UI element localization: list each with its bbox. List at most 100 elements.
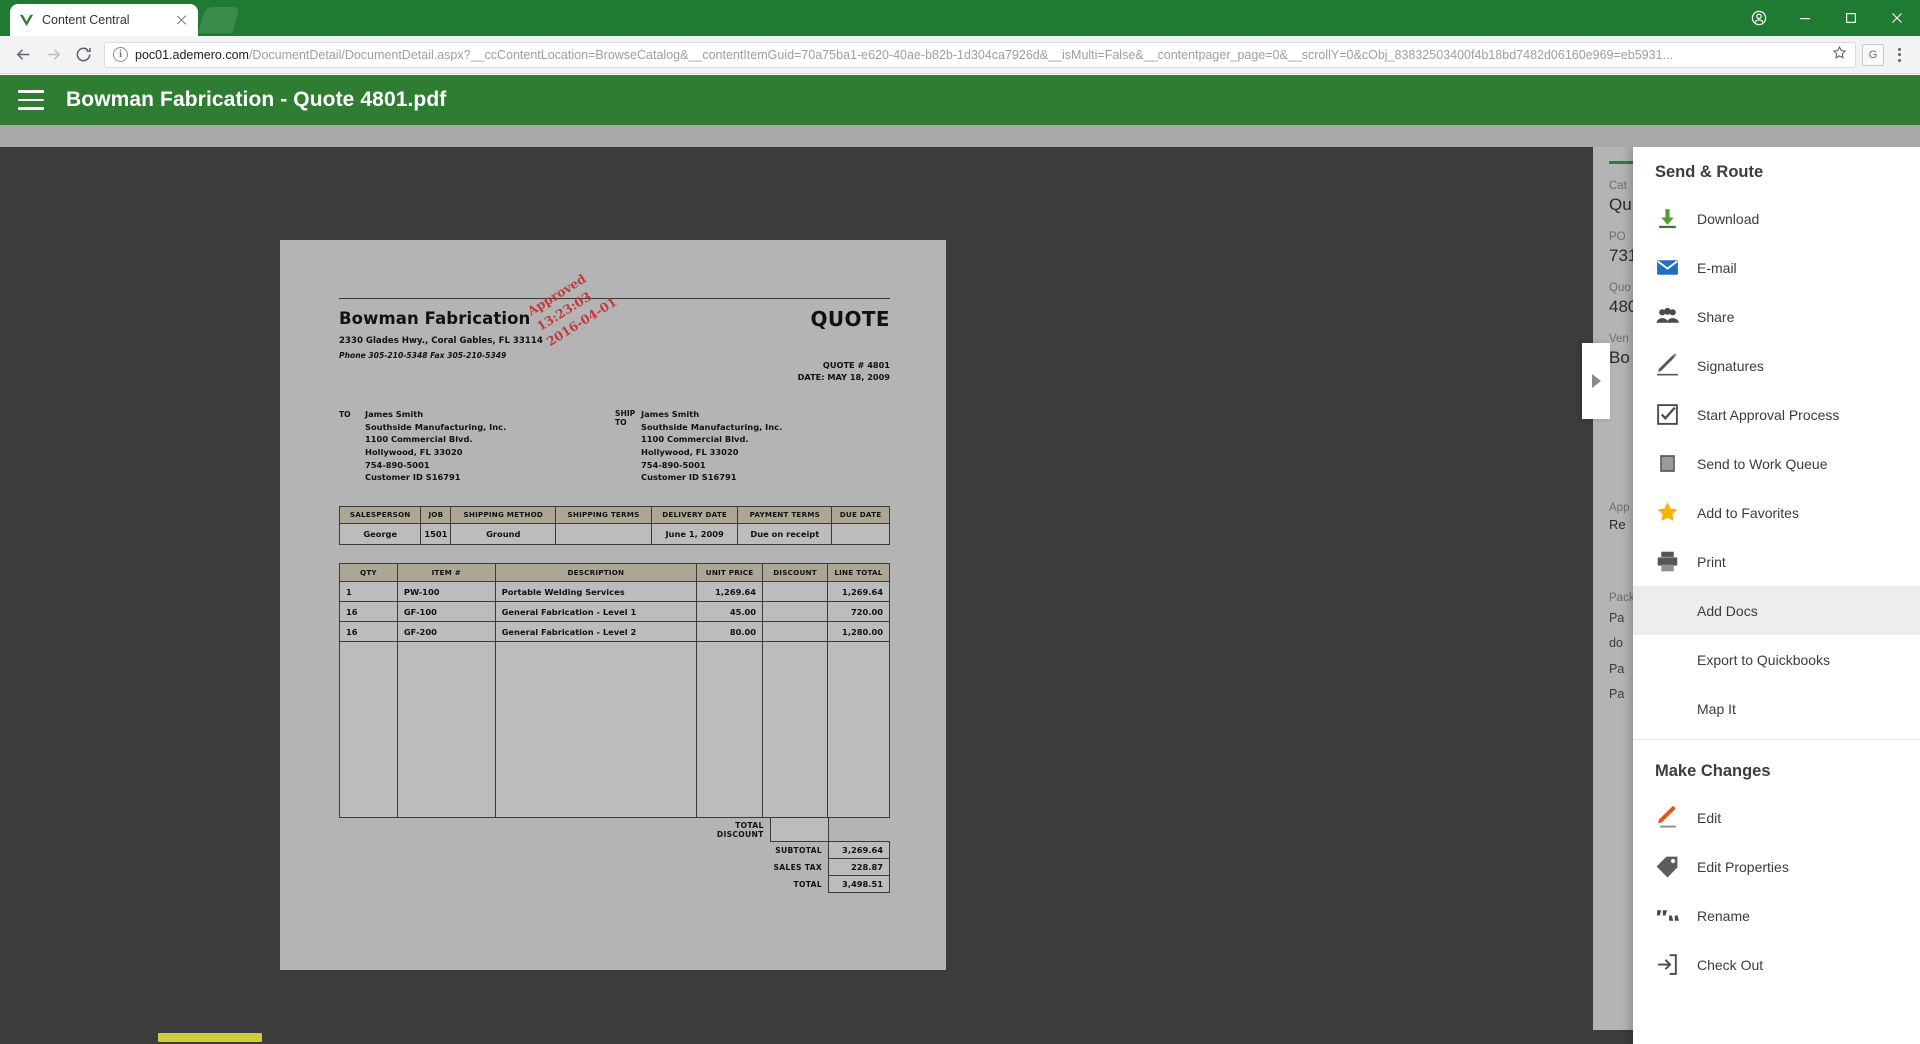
totals-label: SUBTOTAL: [711, 842, 829, 859]
bill-to-line: Southside Manufacturing, Inc.: [365, 421, 615, 434]
cell-discount: [763, 602, 828, 622]
menu-item-start-approval-process[interactable]: Start Approval Process: [1633, 390, 1920, 439]
reload-icon[interactable]: [68, 40, 98, 70]
url-host: poc01.ademero.com: [135, 48, 249, 62]
column-header: SHIPPING TERMS: [556, 507, 652, 524]
menu-item-share[interactable]: Share: [1633, 292, 1920, 341]
totals-row: TOTAL DISCOUNT: [339, 818, 890, 842]
ship-to-address: James Smith Southside Manufacturing, Inc…: [641, 408, 782, 484]
table-cell: [832, 524, 890, 545]
cell-unit-price: 1,269.64: [697, 582, 763, 602]
bookmark-star-icon[interactable]: [1826, 45, 1847, 64]
menu-item-label: Rename: [1697, 908, 1750, 924]
menu-item-email[interactable]: E-mail: [1633, 243, 1920, 292]
table-filler-row: [340, 642, 890, 818]
cell-discount: [763, 622, 828, 642]
menu-item-rename[interactable]: Rename: [1633, 891, 1920, 940]
totals-row: SALES TAX 228.87: [339, 859, 890, 876]
close-icon[interactable]: [174, 12, 190, 28]
section-title-make-changes: Make Changes: [1633, 746, 1920, 793]
subtotal-value: 3,269.64: [829, 842, 890, 859]
new-tab-button[interactable]: [198, 7, 239, 33]
page-info-icon[interactable]: i: [113, 47, 128, 62]
section-title-send-route: Send & Route: [1633, 147, 1920, 194]
approval-check-icon: [1655, 402, 1680, 427]
table-cell: [556, 524, 652, 545]
cell-line-total: 720.00: [828, 602, 890, 622]
table-cell: Due on receipt: [738, 524, 832, 545]
document-header: Bowman Fabrication 2330 Glades Hwy., Cor…: [339, 298, 890, 388]
menu-item-download[interactable]: Download: [1633, 194, 1920, 243]
quote-date: DATE: MAY 18, 2009: [798, 371, 890, 383]
content-central-logo-icon: [18, 12, 34, 28]
sales-tax-value: 228.87: [829, 859, 890, 876]
ship-to-label-line1: SHIP: [615, 409, 641, 418]
totals-spacer: [339, 876, 711, 893]
profile-icon[interactable]: [1736, 0, 1782, 36]
cell-item: GF-100: [397, 602, 495, 622]
menu-item-label: Download: [1697, 211, 1759, 227]
document-heading: QUOTE: [810, 307, 890, 331]
cell-qty: 16: [340, 622, 398, 642]
cell-discount: [763, 582, 828, 602]
totals-table: TOTAL DISCOUNT SUBTOTAL 3,269.64 SALES T…: [339, 817, 890, 893]
menu-item-send-to-work-queue[interactable]: Send to Work Queue: [1633, 439, 1920, 488]
address-bar-url: poc01.ademero.com/DocumentDetail/Documen…: [135, 48, 1673, 62]
download-icon: [1655, 206, 1680, 231]
line-items-table: QTY ITEM # DESCRIPTION UNIT PRICE DISCOU…: [339, 563, 890, 818]
table-row: 16 GF-100 General Fabrication - Level 1 …: [340, 602, 890, 622]
horizontal-scrollbar-thumb[interactable]: [158, 1033, 262, 1042]
action-menu-panel: Send & Route Download E-mail: [1633, 147, 1920, 1044]
pdf-page: Bowman Fabrication 2330 Glades Hwy., Cor…: [280, 240, 946, 970]
email-icon: [1655, 255, 1680, 280]
column-header: JOB: [421, 507, 451, 524]
menu-item-edit[interactable]: Edit: [1633, 793, 1920, 842]
menu-item-add-docs[interactable]: Add Docs: [1633, 586, 1920, 635]
totals-blank: [829, 818, 890, 842]
total-discount-value: [770, 818, 828, 842]
bill-to-line: Hollywood, FL 33020: [365, 446, 615, 459]
menu-item-export-to-quickbooks[interactable]: Export to Quickbooks: [1633, 635, 1920, 684]
extension-icon[interactable]: G: [1862, 44, 1884, 66]
filler-cell: [828, 642, 890, 818]
menu-item-edit-properties[interactable]: Edit Properties: [1633, 842, 1920, 891]
cell-item: PW-100: [397, 582, 495, 602]
address-bar[interactable]: i poc01.ademero.com/DocumentDetail/Docum…: [104, 42, 1856, 68]
menu-item-check-out[interactable]: Check Out: [1633, 940, 1920, 989]
star-icon: [1655, 500, 1680, 525]
menu-item-add-to-favorites[interactable]: Add to Favorites: [1633, 488, 1920, 537]
three-dot-menu-icon[interactable]: [1886, 42, 1912, 68]
menu-item-label: E-mail: [1697, 260, 1737, 276]
menu-item-label: Print: [1697, 554, 1726, 570]
column-header: DESCRIPTION: [495, 564, 697, 582]
address-block: TO James Smith Southside Manufacturing, …: [339, 408, 890, 484]
totals-spacer: [339, 859, 711, 876]
menu-item-label: Signatures: [1697, 358, 1764, 374]
table-cell: Ground: [451, 524, 556, 545]
table-row: George 1501 Ground June 1, 2009 Due on r…: [340, 524, 890, 545]
total-value: 3,498.51: [829, 876, 890, 893]
back-arrow-icon[interactable]: [8, 40, 38, 70]
table-row: 16 GF-200 General Fabrication - Level 2 …: [340, 622, 890, 642]
signature-pen-icon: [1655, 353, 1680, 378]
app-header: Bowman Fabrication - Quote 4801.pdf: [0, 75, 1920, 125]
minimize-icon[interactable]: [1782, 0, 1828, 36]
quote-number: QUOTE # 4801: [798, 359, 890, 371]
panel-expand-tab[interactable]: [1582, 343, 1610, 419]
horizontal-scrollbar[interactable]: [0, 1030, 1903, 1044]
filler-cell: [697, 642, 763, 818]
browser-tab[interactable]: Content Central: [10, 4, 198, 36]
quote-meta: QUOTE # 4801 DATE: MAY 18, 2009: [798, 359, 890, 384]
close-icon[interactable]: [1874, 0, 1920, 36]
browser-tab-strip: Content Central: [0, 0, 1920, 36]
bill-to-line: 754-890-5001: [365, 459, 615, 472]
menu-item-print[interactable]: Print: [1633, 537, 1920, 586]
forward-arrow-icon[interactable]: [38, 40, 68, 70]
hamburger-menu-icon[interactable]: [18, 90, 44, 110]
menu-item-signatures[interactable]: Signatures: [1633, 341, 1920, 390]
maximize-icon[interactable]: [1828, 0, 1874, 36]
totals-spacer: [339, 842, 711, 859]
totals-spacer: [339, 818, 711, 842]
table-header-row: QTY ITEM # DESCRIPTION UNIT PRICE DISCOU…: [340, 564, 890, 582]
menu-item-map-it[interactable]: Map It: [1633, 684, 1920, 733]
